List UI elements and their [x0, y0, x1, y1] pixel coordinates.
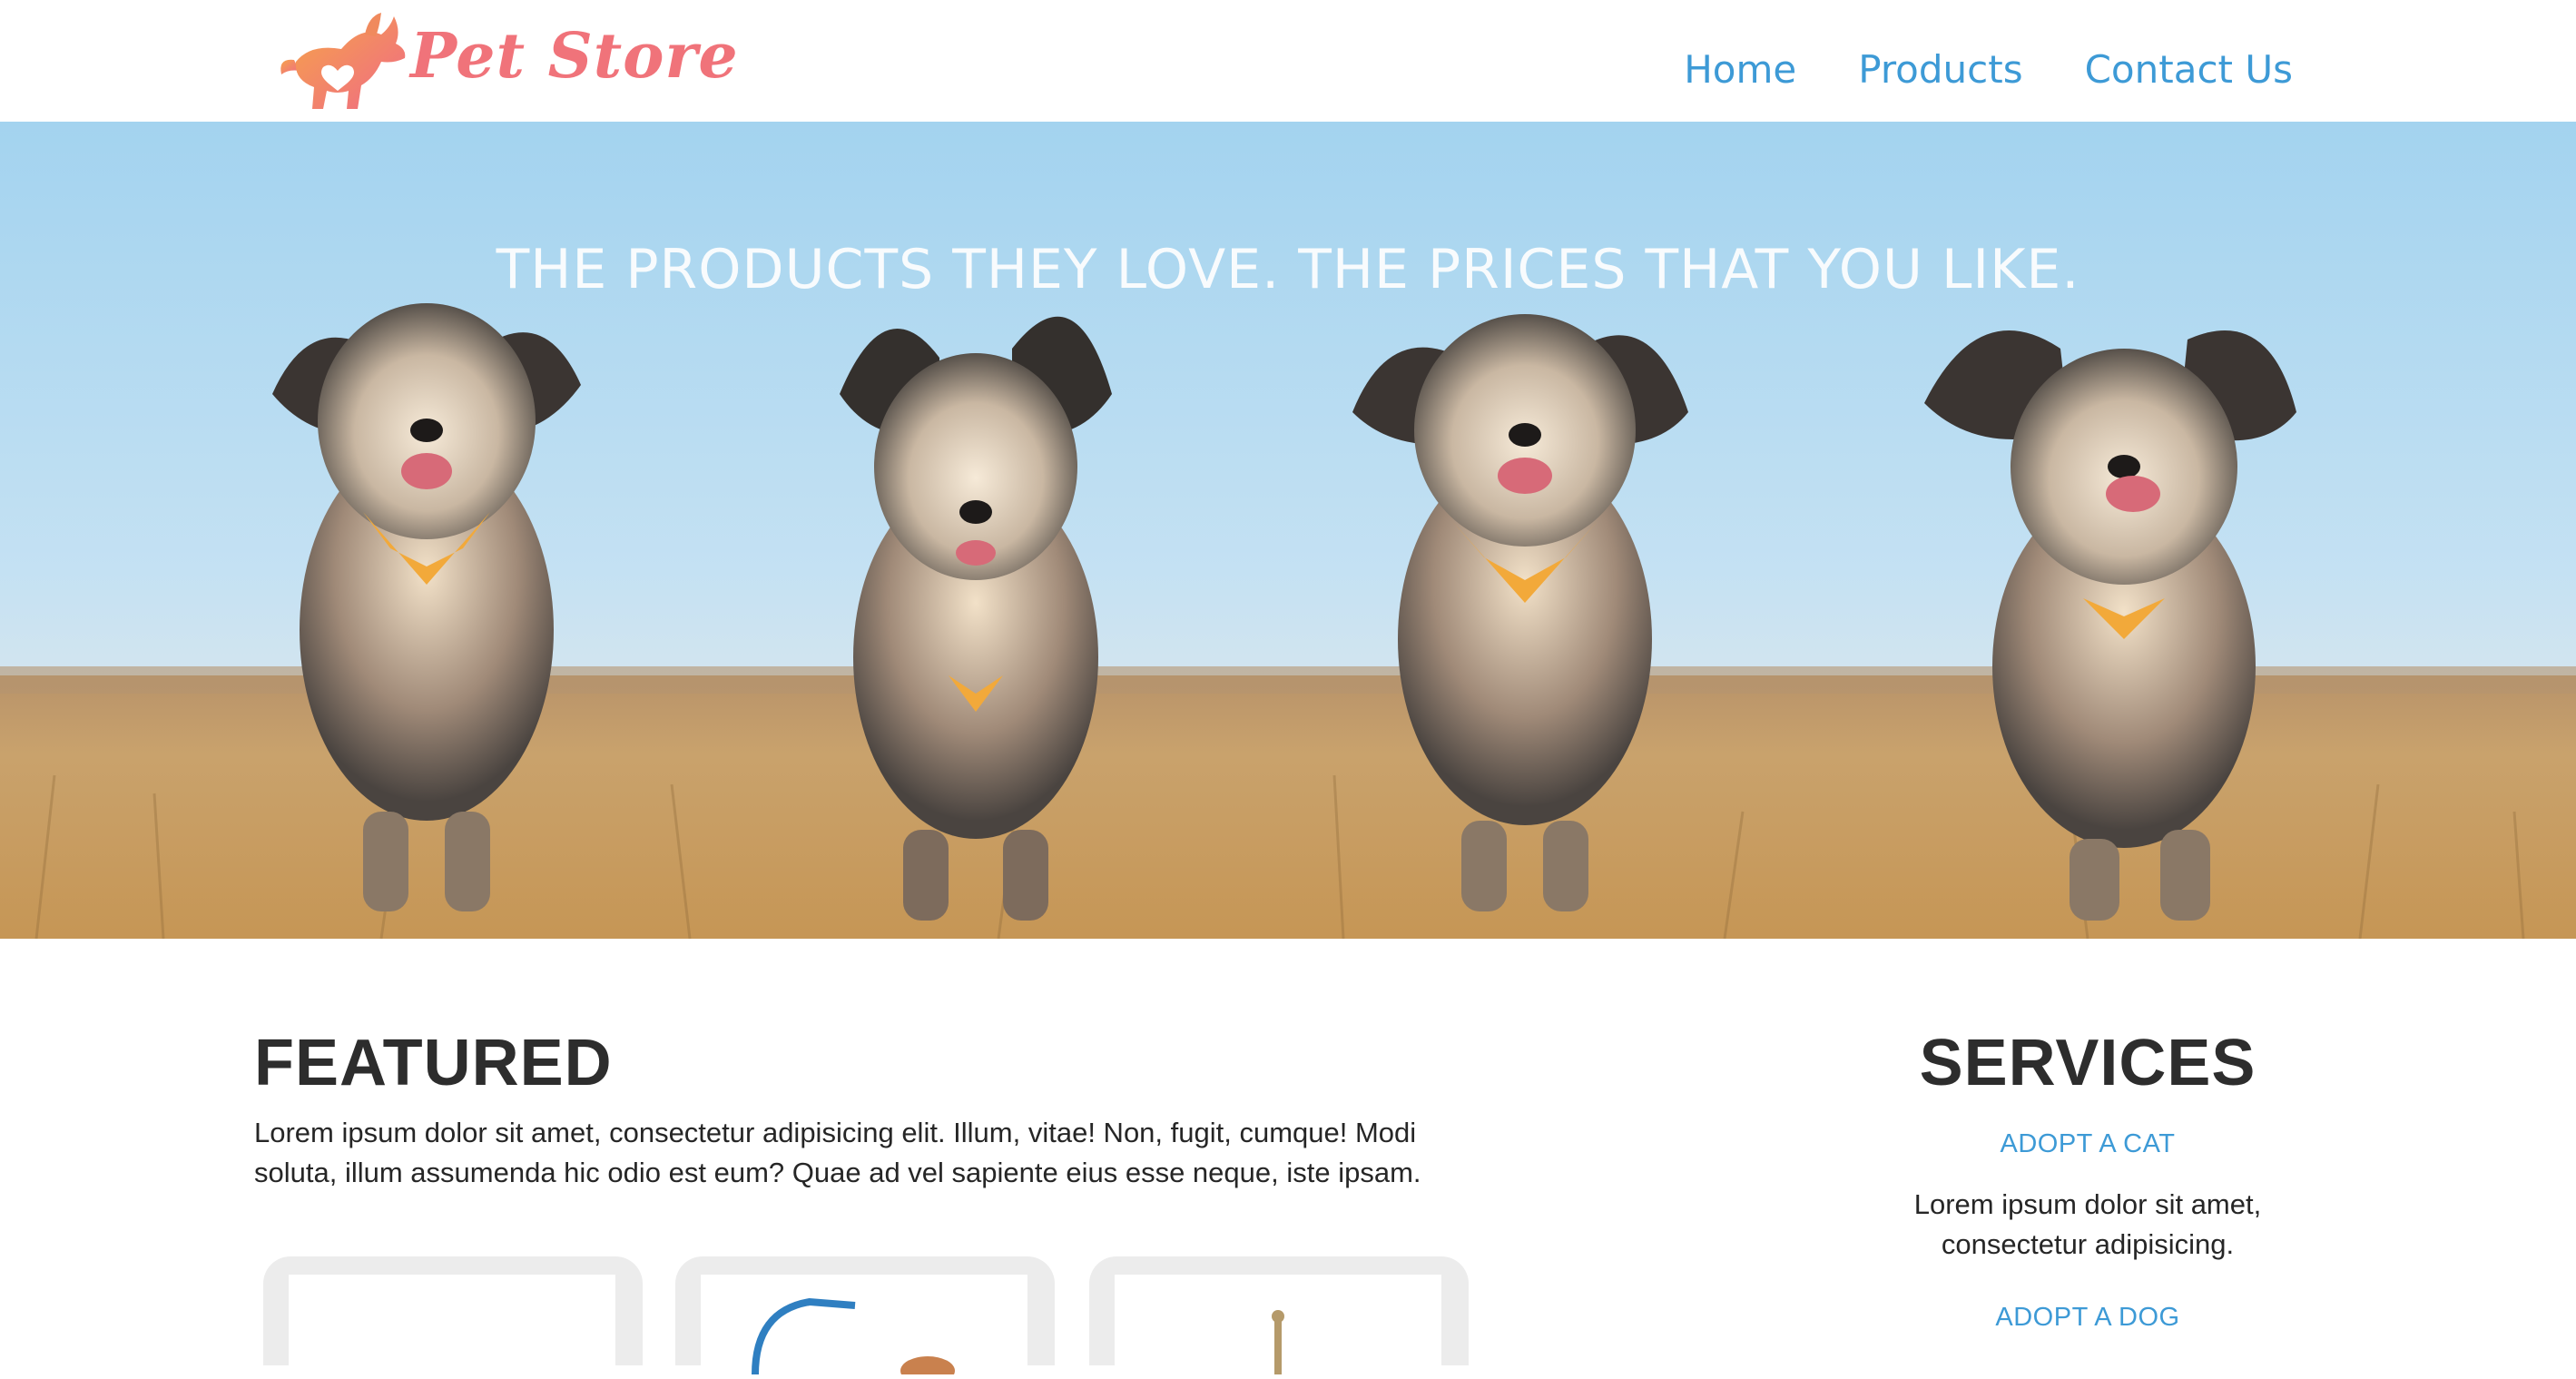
product-card-1[interactable] — [263, 1256, 643, 1374]
product-card-2[interactable] — [675, 1256, 1055, 1379]
featured-description: Lorem ipsum dolor sit amet, consectetur … — [254, 1117, 1421, 1188]
services-section: SERVICES ADOPT A CAT Lorem ipsum dolor s… — [1806, 1022, 2369, 1333]
nav-products-link[interactable]: Products — [1858, 47, 2022, 92]
toy-product-image — [1115, 1275, 1441, 1374]
product-card-3[interactable] — [1089, 1256, 1469, 1374]
services-title: SERVICES — [1919, 1027, 2256, 1099]
hero-banner: THE PRODUCTS THEY LOVE. THE PRICES THAT … — [0, 122, 2576, 939]
logo-text: Pet Store — [410, 20, 739, 93]
dog-heart-logo-icon — [280, 13, 406, 109]
featured-section: FEATURED Lorem ipsum dolor sit amet, con… — [254, 1022, 1470, 1193]
hero-tagline: THE PRODUCTS THEY LOVE. THE PRICES THAT … — [496, 238, 2080, 301]
featured-title: FEATURED — [254, 1027, 613, 1099]
product-image — [289, 1275, 615, 1374]
adopt-a-dog-link[interactable]: ADOPT A DOG — [1806, 1303, 2369, 1333]
leash-product-image — [701, 1275, 1027, 1379]
site-header: Pet Store Home Products Contact Us — [0, 0, 2576, 122]
adopt-a-cat-description: Lorem ipsum dolor sit amet, consectetur … — [1913, 1188, 2262, 1260]
logo-link[interactable]: Pet Store — [274, 7, 738, 116]
adopt-a-cat-link[interactable]: ADOPT A CAT — [1806, 1129, 2369, 1159]
nav-home-link[interactable]: Home — [1684, 47, 1796, 92]
main-nav: Home Products Contact Us — [1684, 47, 2293, 92]
nav-contact-us-link[interactable]: Contact Us — [2085, 47, 2293, 92]
